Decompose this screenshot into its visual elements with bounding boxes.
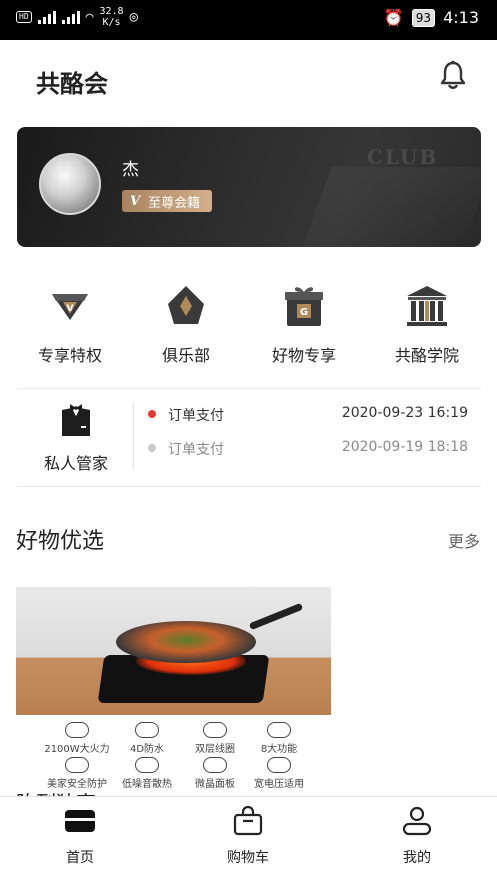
feature-label: 微晶面板 — [195, 779, 235, 790]
member-name: 杰 — [122, 160, 139, 180]
product-image — [16, 587, 331, 715]
battery-icon: 93 — [411, 8, 436, 27]
feature-icon — [267, 757, 291, 773]
order-time: 2020-09-23 16:19 — [341, 405, 468, 421]
feature-item: 4D防水 — [108, 722, 186, 755]
order-title: 订单支付 — [168, 408, 224, 424]
more-link[interactable]: 更多 — [448, 528, 480, 552]
gift-box-icon: G — [285, 287, 323, 326]
membership-label: 至尊会籍 — [148, 195, 201, 211]
quick-item-goods[interactable]: G 好物专享 — [244, 284, 364, 366]
feature-label: 双层线圈 — [195, 744, 235, 755]
status-left: HD ◠ 32.8 K/s ◎ — [16, 6, 138, 28]
status-dot — [148, 410, 156, 418]
club-diamond-icon — [168, 286, 204, 324]
membership-badge[interactable]: V 至尊会籍 — [122, 190, 212, 212]
order-row[interactable]: 订单支付 2020-09-23 16:19 — [148, 405, 478, 425]
vip-v-icon: V — [130, 193, 141, 209]
network-speed: 32.8 K/s — [99, 6, 123, 28]
pan-handle-shape — [248, 602, 304, 631]
nav-home[interactable]: 首页 — [20, 805, 140, 867]
speed-unit: K/s — [102, 17, 121, 28]
feature-label: 8大功能 — [260, 744, 298, 755]
feature-label: 宽电压适用 — [254, 779, 304, 790]
feature-label: 4D防水 — [129, 744, 165, 755]
feature-item: 8大功能 — [240, 722, 318, 755]
product-card[interactable]: 2100W大火力 4D防水 双层线圈 8大功能 美家安全防护 低噪音散热 微晶面… — [16, 587, 331, 797]
svg-text:G: G — [300, 307, 308, 318]
vertical-divider — [133, 402, 134, 470]
svg-text:V: V — [67, 304, 74, 314]
hd-icon: HD — [16, 11, 32, 23]
divider — [17, 388, 481, 389]
academy-building-icon — [407, 286, 447, 326]
shopping-bag-icon — [233, 805, 263, 836]
order-row[interactable]: 订单支付 2020-09-19 18:18 — [148, 439, 478, 459]
signal-icon — [37, 10, 56, 24]
quick-item-label: 好物专享 — [271, 346, 336, 365]
feature-item: 2100W大火力 — [38, 722, 116, 755]
card-decoration — [302, 167, 481, 247]
feature-icon — [203, 722, 227, 738]
nav-profile[interactable]: 我的 — [357, 805, 477, 867]
quick-item-academy[interactable]: 共酪学院 — [367, 284, 487, 366]
feature-icon — [135, 757, 159, 773]
speed-value: 32.8 — [99, 6, 124, 17]
feature-item: 美家安全防护 — [38, 757, 116, 790]
wechat-icon: ◎ — [129, 9, 138, 25]
order-time: 2020-09-19 18:18 — [341, 439, 468, 455]
quick-item-privileges[interactable]: V 专享特权 — [10, 284, 130, 366]
quick-item-label: 俱乐部 — [161, 346, 210, 365]
alarm-icon: ⏰ — [383, 8, 404, 27]
feature-label: 低噪音散热 — [122, 779, 172, 790]
order-title: 订单支付 — [168, 442, 224, 458]
feature-label: 2100W大火力 — [44, 744, 110, 755]
pan-shape — [116, 621, 256, 663]
nav-label: 购物车 — [227, 850, 269, 866]
divider — [17, 486, 481, 487]
bottom-navigation: 首页 购物车 我的 — [0, 796, 497, 884]
nav-label: 首页 — [66, 850, 94, 866]
signal-icon-2 — [61, 10, 80, 24]
home-card-icon — [65, 810, 95, 832]
wifi-icon: ◠ — [85, 9, 94, 25]
page-title: 共酪会 — [36, 70, 108, 98]
status-dot — [148, 444, 156, 452]
butler-tuxedo-icon — [62, 404, 90, 436]
feature-icon — [65, 722, 89, 738]
quick-item-label: 专享特权 — [37, 346, 102, 365]
nav-label: 我的 — [403, 850, 431, 866]
feature-icon — [65, 757, 89, 773]
quick-item-label: 共酪学院 — [394, 346, 459, 365]
private-butler[interactable]: 私人管家 — [32, 402, 120, 474]
quick-item-club[interactable]: 俱乐部 — [126, 284, 246, 366]
feature-icon — [267, 722, 291, 738]
feature-icon — [203, 757, 227, 773]
clock-time: 4:13 — [443, 8, 479, 27]
section-title: 好物优选 — [16, 529, 105, 554]
status-bar: HD ◠ 32.8 K/s ◎ ⏰ 93 4:13 — [0, 0, 497, 40]
nav-cart[interactable]: 购物车 — [188, 805, 308, 867]
feature-item: 宽电压适用 — [240, 757, 318, 790]
avatar[interactable] — [39, 153, 101, 215]
diamond-v-icon: V — [52, 294, 88, 320]
club-watermark: CLUB — [367, 145, 439, 169]
feature-item: 低噪音散热 — [108, 757, 186, 790]
feature-icon — [135, 722, 159, 738]
notification-bell-icon[interactable] — [440, 60, 466, 90]
butler-label: 私人管家 — [43, 454, 108, 473]
user-icon — [402, 806, 432, 836]
member-card[interactable]: CLUB 杰 V 至尊会籍 — [17, 127, 481, 247]
status-right: ⏰ 93 4:13 — [384, 8, 479, 27]
